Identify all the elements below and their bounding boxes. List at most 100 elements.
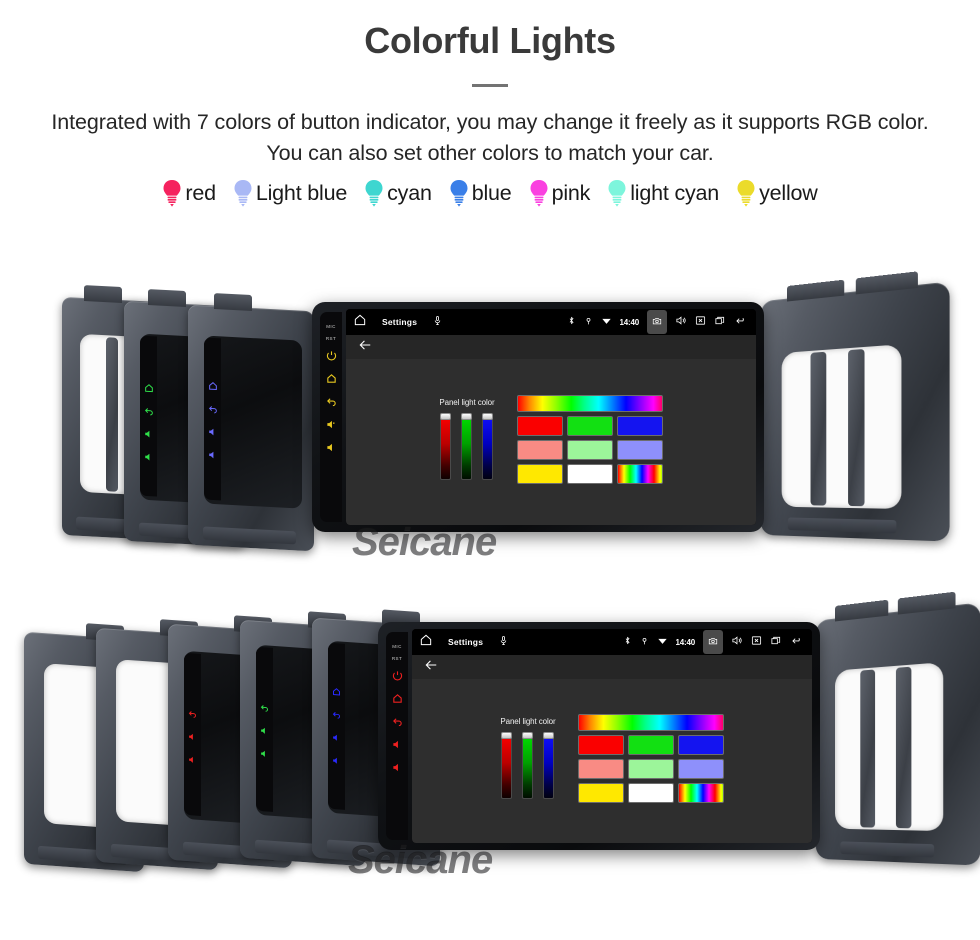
- back-button[interactable]: [144, 403, 154, 416]
- volume-down-button[interactable]: [208, 447, 218, 459]
- back-button[interactable]: [208, 401, 218, 414]
- camera-icon[interactable]: [647, 310, 667, 334]
- blue-swatch[interactable]: [616, 415, 663, 436]
- rainbow-gradient-swatch[interactable]: [516, 394, 663, 412]
- green-slider[interactable]: [461, 413, 473, 480]
- salmon-swatch[interactable]: [516, 439, 563, 460]
- slider-knob[interactable]: [522, 732, 534, 739]
- red-swatch[interactable]: [516, 415, 563, 436]
- legend-item-light-blue: Light blue: [233, 179, 347, 207]
- legend-label: blue: [471, 180, 512, 205]
- page-subtitle: Integrated with 7 colors of button indic…: [51, 110, 929, 165]
- power-button[interactable]: [326, 348, 337, 361]
- green-swatch[interactable]: [627, 734, 674, 755]
- vent-window: [835, 662, 944, 832]
- home-button[interactable]: [332, 683, 342, 696]
- home-button[interactable]: [208, 378, 218, 391]
- back-button[interactable]: [392, 714, 402, 727]
- slider-knob[interactable]: [461, 413, 473, 420]
- green-swatch[interactable]: [566, 415, 613, 436]
- yellow-swatch[interactable]: [516, 463, 563, 484]
- side-button-strip-red[interactable]: MIC RST: [386, 632, 408, 840]
- light-green-swatch[interactable]: [566, 439, 613, 460]
- side-button-strip-blue[interactable]: [328, 642, 345, 810]
- volume-up-button[interactable]: [208, 424, 218, 436]
- volume-down-button[interactable]: [188, 751, 198, 763]
- volume-down-button[interactable]: [260, 745, 270, 757]
- bulb-icon: [737, 180, 755, 207]
- mount-tab: [855, 271, 918, 295]
- rainbow-gradient-swatch[interactable]: [577, 713, 724, 731]
- volume-up-button[interactable]: [188, 728, 198, 740]
- volume-down-button[interactable]: [326, 440, 336, 452]
- side-button-strip-yellow[interactable]: MIC RST: [320, 312, 342, 522]
- volume-up-button[interactable]: [332, 729, 342, 741]
- microphone-icon[interactable]: [432, 313, 443, 331]
- side-button-strip-red[interactable]: [184, 652, 201, 816]
- volume-down-button[interactable]: [392, 760, 402, 772]
- side-button-strip-green[interactable]: [140, 335, 157, 497]
- red-slider[interactable]: [501, 732, 513, 799]
- home-button[interactable]: [392, 691, 402, 703]
- home-icon[interactable]: [353, 313, 367, 332]
- slider-knob[interactable]: [482, 413, 494, 420]
- back-arrow-icon[interactable]: [790, 633, 805, 651]
- recent-apps-icon[interactable]: [770, 633, 782, 651]
- fascia-panel-3: [188, 293, 314, 552]
- slider-knob[interactable]: [440, 413, 452, 420]
- x-box-icon[interactable]: [751, 633, 762, 651]
- volume-up-button[interactable]: [144, 426, 154, 438]
- home-button[interactable]: [144, 380, 154, 393]
- android-screen[interactable]: Settings 14:40 Panel light color: [412, 629, 812, 843]
- light-green-swatch[interactable]: [627, 758, 674, 779]
- white-swatch[interactable]: [566, 463, 613, 484]
- blue-slider[interactable]: [543, 732, 555, 799]
- x-box-icon[interactable]: [695, 313, 706, 331]
- volume-down-button[interactable]: [144, 449, 154, 461]
- rgb-slider-block: Panel light color: [500, 717, 556, 799]
- back-arrow-icon[interactable]: [424, 658, 438, 677]
- vent-slat: [848, 348, 865, 507]
- android-screen[interactable]: Settings 14:40 Panel light color: [346, 309, 756, 525]
- bulb-icon: [450, 180, 468, 207]
- power-button[interactable]: [392, 668, 403, 681]
- head-unit-bottom[interactable]: MIC RST Settings 14:40 Panel light color: [378, 622, 820, 850]
- back-button[interactable]: [260, 699, 270, 712]
- red-swatch[interactable]: [577, 734, 624, 755]
- red-slider[interactable]: [440, 413, 452, 480]
- rainbow-stripe-swatch[interactable]: [616, 463, 663, 484]
- salmon-swatch[interactable]: [577, 758, 624, 779]
- blue-swatch[interactable]: [677, 734, 724, 755]
- rainbow-stripe-swatch[interactable]: [677, 782, 724, 803]
- blue-slider[interactable]: [482, 413, 494, 480]
- home-button[interactable]: [326, 371, 336, 383]
- vent-window: [781, 344, 902, 509]
- slider-knob[interactable]: [501, 732, 513, 739]
- back-arrow-icon[interactable]: [734, 313, 749, 331]
- speaker-icon[interactable]: [731, 633, 743, 651]
- back-button[interactable]: [326, 394, 336, 407]
- back-button[interactable]: [332, 706, 342, 719]
- green-slider[interactable]: [522, 732, 534, 799]
- volume-up-button[interactable]: [260, 722, 270, 734]
- home-icon[interactable]: [419, 633, 433, 652]
- side-button-strip-green[interactable]: [256, 646, 273, 812]
- volume-down-button[interactable]: [332, 752, 342, 764]
- wifi-icon: [657, 633, 668, 651]
- head-unit-top[interactable]: MIC RST Settings 14:40 Panel light color: [312, 302, 764, 532]
- yellow-swatch[interactable]: [577, 782, 624, 803]
- white-swatch[interactable]: [627, 782, 674, 803]
- recent-apps-icon[interactable]: [714, 313, 726, 331]
- back-button[interactable]: [188, 705, 198, 718]
- volume-up-button[interactable]: [392, 737, 402, 749]
- bluetooth-icon: [567, 313, 576, 331]
- speaker-icon[interactable]: [675, 313, 687, 331]
- periwinkle-swatch[interactable]: [616, 439, 663, 460]
- microphone-icon[interactable]: [498, 633, 509, 651]
- side-button-strip-blue[interactable]: [204, 337, 221, 501]
- slider-knob[interactable]: [543, 732, 555, 739]
- periwinkle-swatch[interactable]: [677, 758, 724, 779]
- volume-up-button[interactable]: [326, 417, 336, 429]
- back-arrow-icon[interactable]: [358, 338, 372, 357]
- camera-icon[interactable]: [703, 630, 723, 654]
